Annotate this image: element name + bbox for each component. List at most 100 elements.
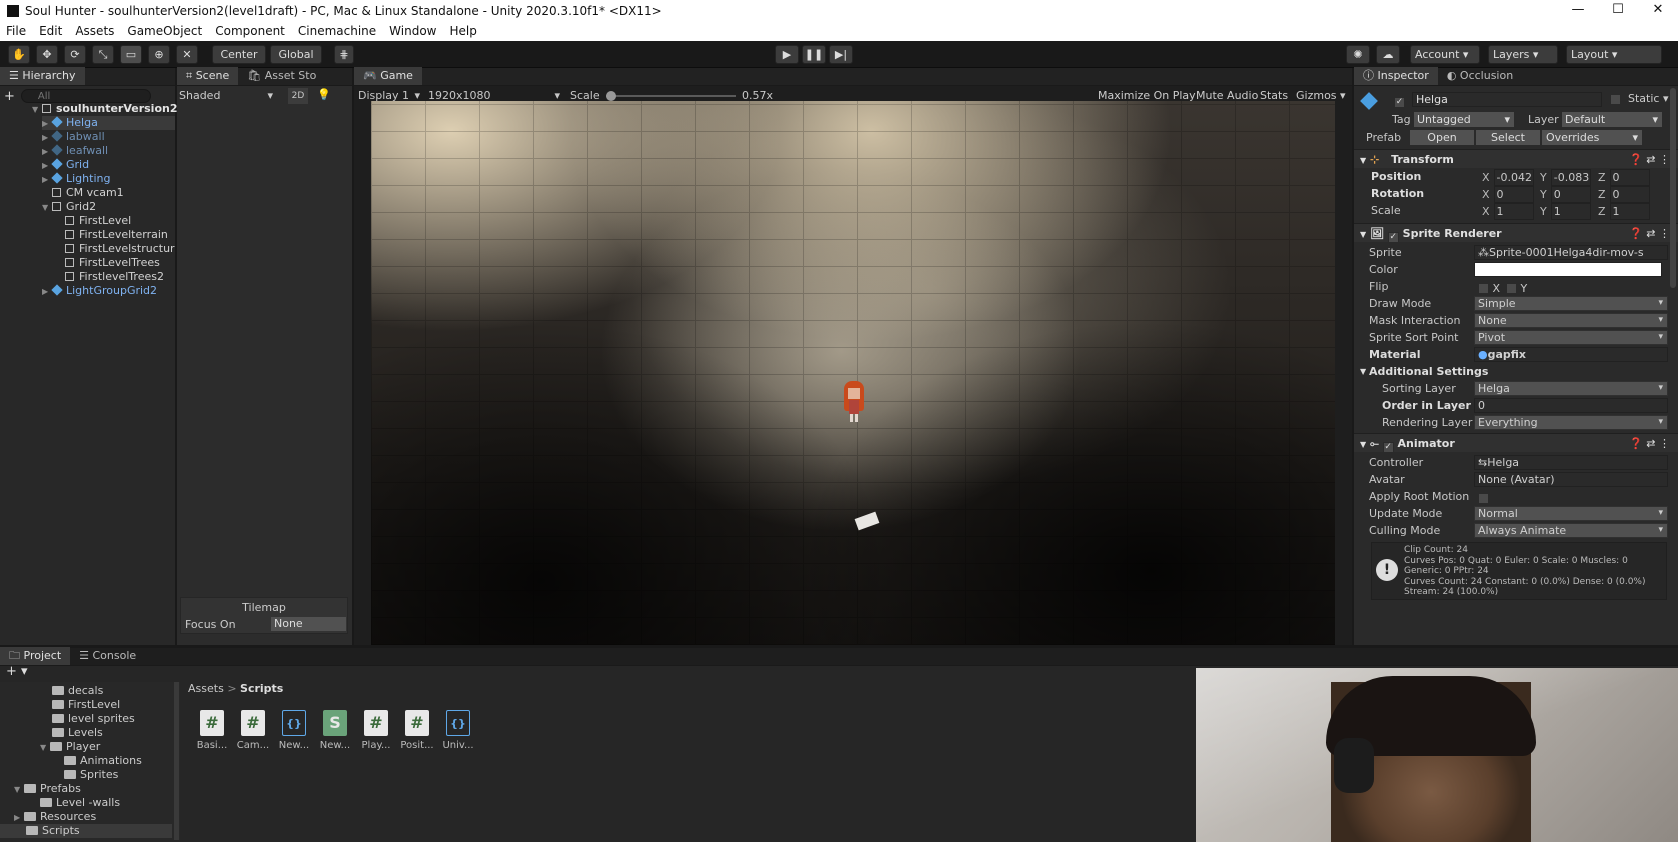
animator-header[interactable]: ▼ ⟜ ✓ Animator ❓ ⇄ ⋮ — [1354, 433, 1678, 453]
folder-levels[interactable]: Levels — [52, 726, 103, 740]
sorting-layer-dropdown[interactable]: Helga — [1474, 381, 1668, 396]
asset-camera-script[interactable]: # Cam... — [234, 710, 272, 751]
scene-root[interactable]: ▼ soulhunterVersion2 — [32, 102, 178, 116]
position-y-field[interactable]: Y -0.083 — [1540, 169, 1591, 186]
mask-interaction-dropdown[interactable]: None — [1474, 313, 1668, 328]
pause-button[interactable]: ❚❚ — [802, 45, 826, 64]
scale-tool-icon[interactable]: ⤡ — [92, 45, 114, 64]
sprite-sort-point-dropdown[interactable]: Pivot — [1474, 330, 1668, 345]
folder-level-walls[interactable]: Level -walls — [40, 796, 120, 810]
flip-y-checkbox[interactable]: Y — [1506, 281, 1527, 297]
static-dropdown[interactable]: Static ▾ — [1628, 92, 1668, 105]
tab-scene[interactable]: ⌗ Scene — [177, 67, 239, 85]
additional-settings-foldout[interactable]: ▼ Additional Settings — [1354, 364, 1678, 380]
transform-tool-icon[interactable]: ⊕ — [148, 45, 170, 64]
folder-sprites[interactable]: Sprites — [64, 768, 118, 782]
hierarchy-item-grid2[interactable]: ▼ Grid2 — [42, 200, 96, 214]
hierarchy-item-lighting[interactable]: ▶ Lighting — [42, 172, 110, 186]
hierarchy-item-leafwall[interactable]: ▶ leafwall — [42, 144, 108, 158]
asset-basic-script[interactable]: # Basi... — [193, 710, 231, 751]
sprite-renderer-enabled-checkbox[interactable]: ✓ — [1387, 232, 1399, 243]
add-object-button[interactable]: + — [4, 89, 15, 104]
move-tool-icon[interactable]: ✥ — [36, 45, 58, 64]
folder-player[interactable]: ▼ Player — [40, 740, 100, 754]
prefab-overrides-dropdown[interactable]: Overrides ▾ — [1542, 130, 1642, 145]
flip-x-checkbox[interactable]: X — [1478, 281, 1500, 297]
object-name-input[interactable]: Helga — [1412, 92, 1602, 107]
folder-animations[interactable]: Animations — [64, 754, 142, 768]
hand-tool-icon[interactable]: ✋ — [8, 45, 30, 64]
transform-header[interactable]: ▼ ⊹ Transform ❓ ⇄ ⋮ — [1354, 149, 1678, 168]
play-button[interactable]: ▶ — [775, 45, 799, 64]
menu-component[interactable]: Component — [215, 24, 285, 38]
culling-mode-dropdown[interactable]: Always Animate — [1474, 523, 1668, 538]
static-checkbox[interactable] — [1610, 93, 1621, 106]
pivot-global-button[interactable]: Global — [270, 45, 322, 64]
menu-gameobject[interactable]: GameObject — [127, 24, 202, 38]
close-button[interactable]: ✕ — [1638, 0, 1678, 21]
breadcrumb-assets[interactable]: Assets — [188, 682, 224, 695]
folder-decals[interactable]: decals — [52, 684, 103, 698]
asset-new-shader[interactable]: S New... — [316, 710, 354, 751]
layer-dropdown[interactable]: Default ▾ — [1562, 112, 1662, 127]
folder-resources[interactable]: ▶ Resources — [14, 810, 96, 824]
tab-asset-store[interactable]: 🛍 Asset Store — [238, 67, 316, 85]
scale-z-field[interactable]: Z1 — [1598, 203, 1650, 220]
component-menu-icon[interactable]: ❓ ⇄ ⋮ — [1629, 434, 1670, 453]
prefab-select-button[interactable]: Select — [1476, 130, 1540, 145]
animator-enabled-checkbox[interactable]: ✓ — [1382, 442, 1394, 453]
scale-x-field[interactable]: X1 — [1482, 203, 1534, 220]
lighting-toggle-icon[interactable]: 💡 — [317, 88, 331, 101]
sprite-renderer-header[interactable]: ▼ 🖼 ✓ Sprite Renderer ❓ ⇄ ⋮ — [1354, 223, 1678, 243]
scale-y-field[interactable]: Y1 — [1540, 203, 1591, 220]
menu-cinemachine[interactable]: Cinemachine — [298, 24, 376, 38]
menu-assets[interactable]: Assets — [75, 24, 114, 38]
rotation-z-field[interactable]: Z0 — [1598, 186, 1650, 203]
folder-level-sprites[interactable]: level sprites — [52, 712, 135, 726]
tab-occlusion[interactable]: ◐ Occlusion — [1438, 67, 1522, 85]
focus-on-dropdown[interactable]: None — [271, 617, 346, 631]
grid-snap-icon[interactable]: ⋕ — [334, 45, 354, 64]
hierarchy-item-firstlevelstructures[interactable]: FirstLevelstructures — [65, 242, 175, 256]
scale-slider-knob[interactable] — [606, 91, 616, 101]
hierarchy-item-firstleveltrees[interactable]: FirstLevelTrees — [65, 256, 160, 270]
breadcrumb-scripts[interactable]: Scripts — [240, 682, 283, 695]
tab-console[interactable]: ☰ Console — [70, 647, 145, 665]
material-field[interactable]: ●gapfix — [1474, 347, 1668, 362]
hierarchy-item-lightgroupgrid2[interactable]: ▶ LightGroupGrid2 — [42, 284, 157, 298]
rotate-tool-icon[interactable]: ⟳ — [64, 45, 86, 64]
hierarchy-item-firstlevel[interactable]: FirstLevel — [65, 214, 131, 228]
update-mode-dropdown[interactable]: Normal — [1474, 506, 1668, 521]
position-z-field[interactable]: Z0 — [1598, 169, 1650, 186]
folder-prefabs[interactable]: ▼ Prefabs — [14, 782, 81, 796]
rendering-layer-dropdown[interactable]: Everything — [1474, 415, 1668, 430]
custom-tool-icon[interactable]: ✕ — [176, 45, 198, 64]
minimize-button[interactable]: — — [1558, 0, 1598, 21]
cloud-icon[interactable]: ☁ — [1376, 45, 1400, 64]
menu-edit[interactable]: Edit — [39, 24, 62, 38]
component-menu-icon[interactable]: ❓ ⇄ ⋮ — [1629, 150, 1670, 169]
tab-game[interactable]: 🎮 Game — [354, 67, 422, 85]
scale-slider[interactable] — [606, 91, 736, 101]
position-x-field[interactable]: X -0.042 — [1482, 169, 1534, 186]
folder-scripts[interactable]: Scripts — [0, 824, 172, 838]
hierarchy-item-firstlevelterrain[interactable]: FirstLevelterrain — [65, 228, 168, 242]
menu-window[interactable]: Window — [389, 24, 436, 38]
layers-dropdown[interactable]: Layers ▾ — [1488, 45, 1558, 64]
apply-root-motion-checkbox[interactable] — [1478, 491, 1489, 507]
hierarchy-item-cm-vcam1[interactable]: CM vcam1 — [52, 186, 124, 200]
folder-firstlevel[interactable]: FirstLevel — [52, 698, 120, 712]
maximize-button[interactable]: ☐ — [1598, 0, 1638, 21]
layout-dropdown[interactable]: Layout ▾ — [1566, 45, 1662, 64]
avatar-field[interactable]: None (Avatar) — [1474, 472, 1668, 487]
tab-hierarchy[interactable]: ☰ Hierarchy — [0, 67, 85, 85]
draw-mode-dropdown[interactable]: Simple — [1474, 296, 1668, 311]
asset-universal-input[interactable]: {} Univ... — [439, 710, 477, 751]
tag-dropdown[interactable]: Untagged ▾ — [1414, 112, 1514, 127]
account-dropdown[interactable]: Account ▾ — [1410, 45, 1480, 64]
controller-field[interactable]: ⇆Helga — [1474, 455, 1668, 470]
order-in-layer-input[interactable]: 0 — [1474, 398, 1668, 413]
tab-inspector[interactable]: ⓘ Inspector — [1354, 67, 1438, 85]
sprite-field[interactable]: ⁂Sprite-0001Helga4dir-mov-s — [1474, 245, 1668, 260]
inspector-scrollbar[interactable] — [1670, 88, 1676, 288]
